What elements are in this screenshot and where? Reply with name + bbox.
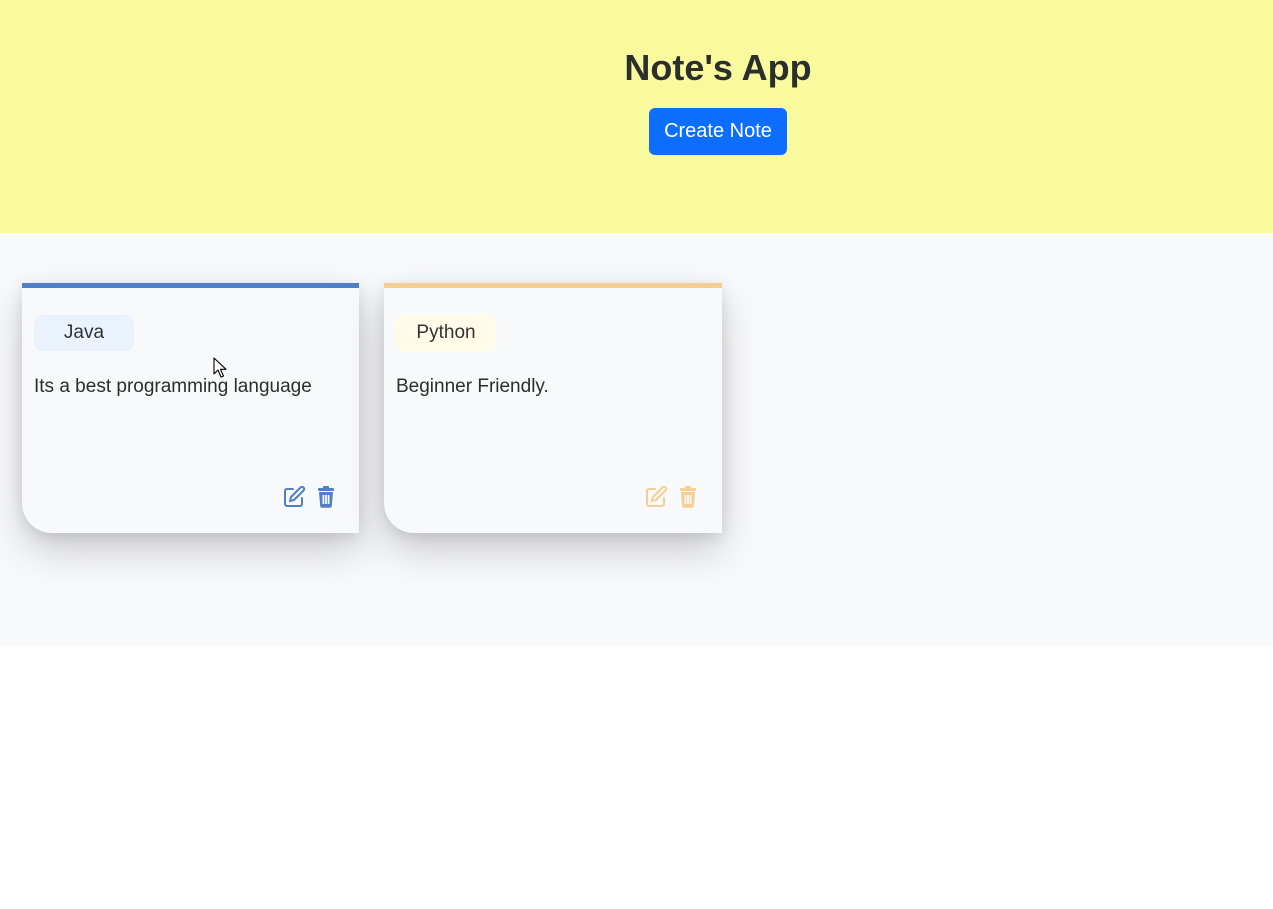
note-card: Java Its a best programming language bbox=[22, 283, 359, 533]
create-note-button[interactable]: Create Note bbox=[649, 108, 787, 155]
edit-icon[interactable] bbox=[644, 485, 668, 509]
header-banner: Note's App Create Note bbox=[0, 0, 1273, 233]
note-tag: Java bbox=[34, 315, 134, 351]
trash-icon[interactable] bbox=[314, 485, 338, 509]
trash-icon[interactable] bbox=[676, 485, 700, 509]
note-tag: Python bbox=[396, 315, 496, 351]
app-title: Note's App bbox=[624, 47, 812, 88]
mouse-cursor-icon bbox=[213, 357, 227, 378]
note-card: Python Beginner Friendly. bbox=[384, 283, 722, 533]
note-text: Its a best programming language bbox=[34, 376, 312, 397]
note-text: Beginner Friendly. bbox=[396, 376, 549, 397]
edit-icon[interactable] bbox=[282, 485, 306, 509]
